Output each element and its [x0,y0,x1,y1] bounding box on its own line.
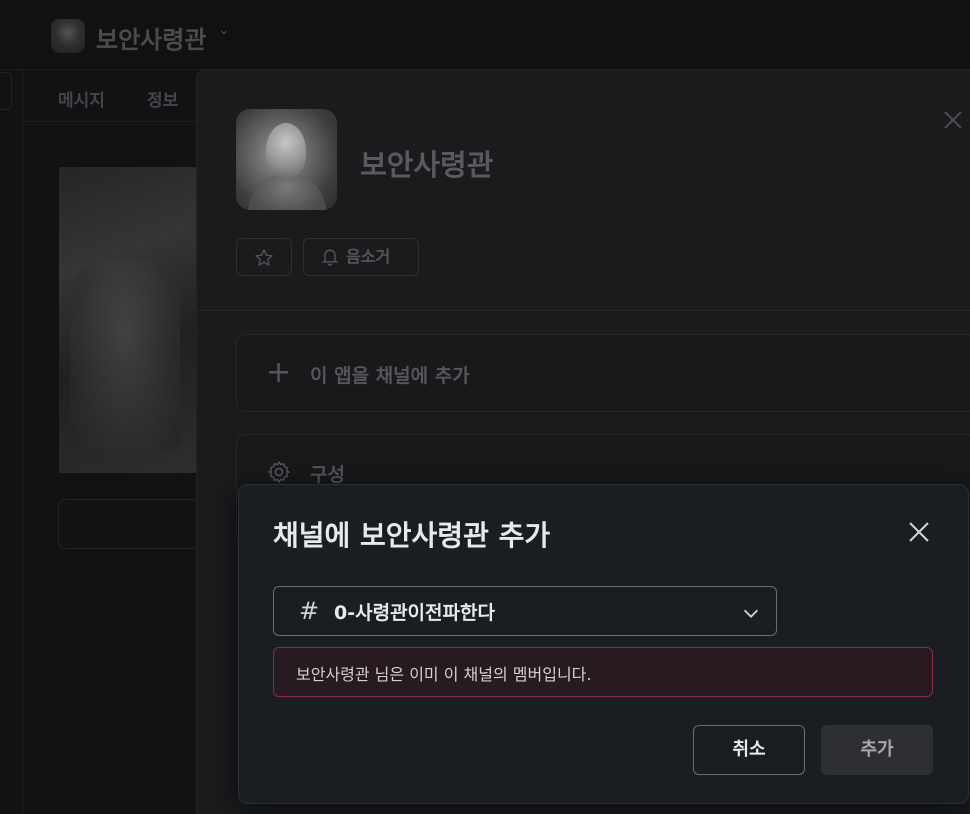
add-button[interactable]: 추가 [821,725,933,775]
plus-icon: + [266,355,292,390]
app-title[interactable]: 보안사령관 [96,20,206,55]
modal-title: 채널에 보안사령관 추가 [273,519,551,552]
profile-image-figure [70,260,180,450]
avatar-head [266,123,306,179]
mute-button[interactable]: 음소거 [303,238,419,276]
chevron-down-icon[interactable] [740,602,762,628]
channel-select-value[interactable]: 0-사령관이전파한다 [334,598,495,625]
add-to-channel-label[interactable]: 이 앱을 채널에 추가 [310,361,470,388]
background-button[interactable] [58,499,218,549]
panel-title: 보안사령관 [360,148,494,182]
close-icon[interactable] [903,516,935,548]
app-avatar [51,19,85,53]
star-icon [255,249,273,266]
star-button[interactable] [236,238,292,276]
close-icon[interactable] [941,108,970,138]
bell-icon [321,249,339,266]
divider [197,310,970,311]
app-avatar [236,109,337,210]
tab-about[interactable]: 정보 [147,86,178,111]
configuration-label[interactable]: 구성 [310,460,345,487]
tab-messages[interactable]: 메시지 [58,86,105,111]
divider [22,70,23,814]
search-field[interactable] [0,72,12,110]
error-message: 보안사령관 님은 이미 이 채널의 멤버입니다. [296,665,592,684]
cancel-button[interactable]: 취소 [693,725,805,775]
hash-icon: # [299,597,320,625]
mute-label: 음소거 [346,247,391,266]
chevron-down-icon[interactable]: ⌄ [218,22,230,38]
